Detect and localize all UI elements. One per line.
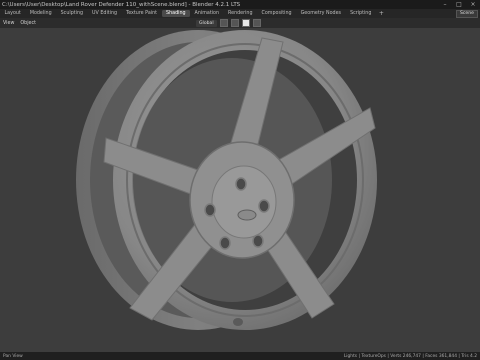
tab-animation[interactable]: Animation [190, 10, 223, 17]
proportional-edit-icon[interactable] [230, 19, 239, 27]
tab-modeling[interactable]: Modeling [25, 10, 56, 17]
scene-field[interactable]: Scene [455, 10, 478, 18]
title-bar: C:\Users\User\Desktop\Land Rover Defende… [0, 0, 480, 9]
tab-uv-editing[interactable]: UV Editing [88, 10, 122, 17]
menu-view[interactable]: View [0, 21, 17, 26]
shading-solid-icon[interactable] [241, 19, 250, 27]
window-title: C:\Users\User\Desktop\Land Rover Defende… [2, 1, 241, 8]
tab-geometry-nodes[interactable]: Geometry Nodes [296, 10, 345, 17]
minimize-icon[interactable]: – [438, 0, 452, 9]
tab-texture-paint[interactable]: Texture Paint [122, 10, 162, 17]
wheel-render [76, 30, 377, 330]
scene-selector: Scene [455, 10, 478, 18]
scene-statistics: Lights | TextureOps | Verts 246,747 | Fa… [343, 353, 477, 359]
status-bar: Pan View Lights | TextureOps | Verts 246… [0, 352, 480, 360]
3d-viewport[interactable] [0, 28, 480, 352]
maximize-icon[interactable]: □ [452, 0, 466, 9]
close-icon[interactable]: × [466, 0, 480, 9]
snap-icon[interactable] [219, 19, 228, 27]
transform-orientation-dropdown[interactable]: Global [196, 19, 217, 27]
status-hint: Pan View [3, 353, 23, 359]
tab-rendering[interactable]: Rendering [224, 10, 258, 17]
tab-scripting[interactable]: Scripting [346, 10, 376, 17]
transform-tools: Global [196, 19, 261, 27]
add-workspace-icon[interactable]: + [376, 10, 387, 17]
tab-layout[interactable]: Layout [0, 10, 25, 17]
shading-material-icon[interactable] [252, 19, 261, 27]
tab-compositing[interactable]: Compositing [257, 10, 296, 17]
window-controls: – □ × [438, 0, 480, 9]
viewport-header: View Object Global [0, 18, 480, 28]
tab-shading[interactable]: Shading [161, 10, 191, 17]
tab-sculpting[interactable]: Sculpting [56, 10, 87, 17]
menu-object[interactable]: Object [17, 21, 39, 26]
workspace-tabs-bar: Layout Modeling Sculpting UV Editing Tex… [0, 9, 480, 18]
